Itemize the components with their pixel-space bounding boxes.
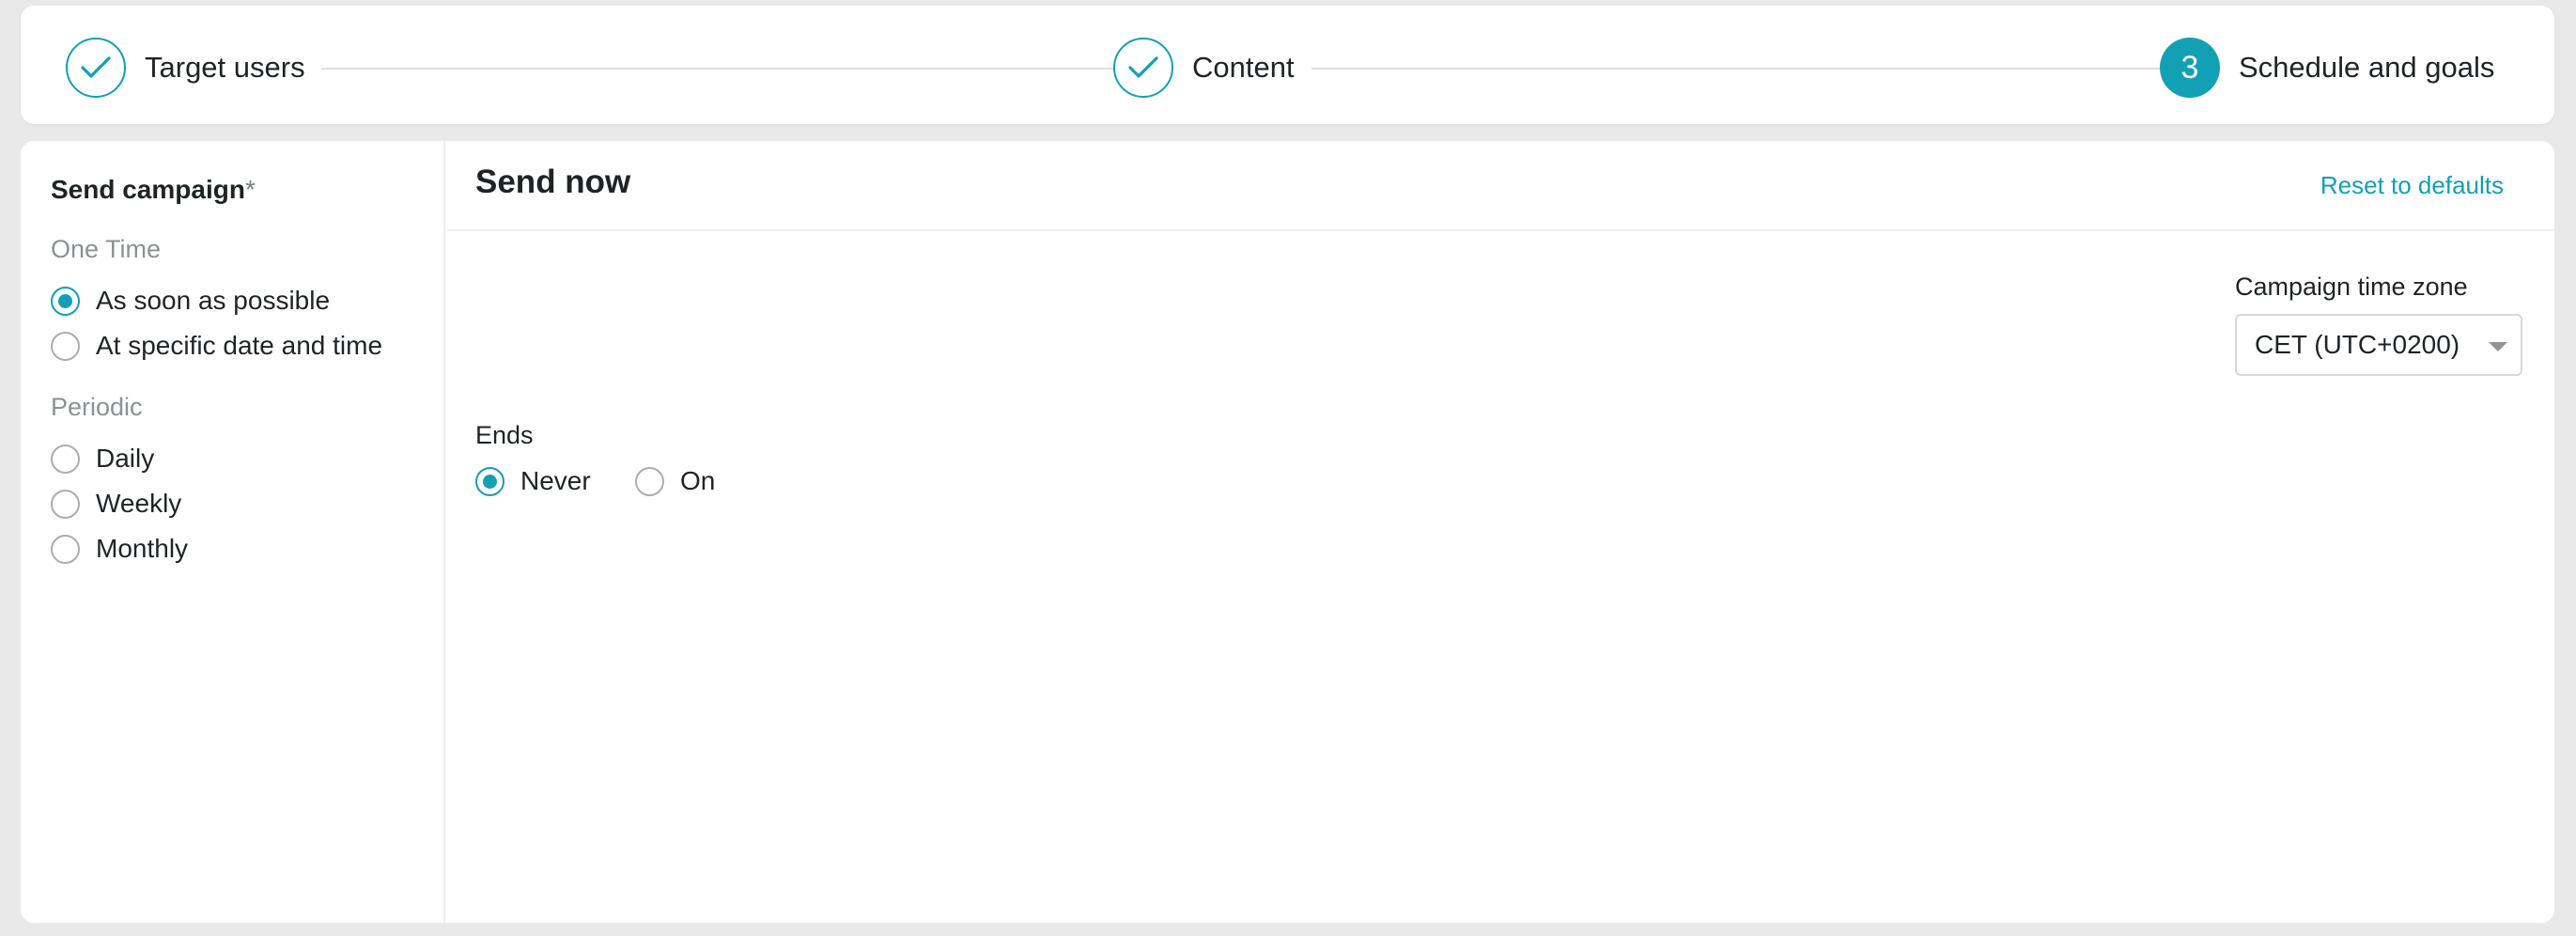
radio-button[interactable] (51, 489, 80, 519)
send-campaign-panel: Send campaign* One Time As soon as possi… (21, 141, 445, 923)
send-now-title: Send now (475, 164, 631, 200)
radio-at-specific-date-and-time[interactable]: At specific date and time (51, 331, 382, 361)
radio-button[interactable] (51, 331, 80, 361)
step-target-users[interactable]: Target users (66, 38, 305, 98)
progress-stepper: Target users Content 3 Schedule and goal… (21, 6, 2554, 124)
radio-button[interactable] (635, 466, 664, 496)
radio-label: At specific date and time (96, 331, 383, 360)
panel-header: Send now Reset to defaults (447, 141, 2554, 231)
radio-label: Never (520, 466, 591, 495)
radio-button[interactable] (51, 534, 80, 564)
step-label: Content (1192, 51, 1295, 84)
send-now-panel: Send now Reset to defaults Campaign time… (447, 141, 2554, 923)
radio-label: Weekly (96, 489, 182, 518)
check-icon (1113, 38, 1173, 98)
send-campaign-title: Send campaign* (51, 175, 256, 205)
step-connector (1311, 68, 2165, 70)
step-content[interactable]: Content (1113, 38, 1295, 98)
radio-label: As soon as possible (96, 286, 331, 315)
group-title-one-time: One Time (51, 235, 162, 263)
radio-daily[interactable]: Daily (51, 444, 154, 474)
chevron-down-icon (2489, 342, 2507, 351)
radio-as-soon-as-possible[interactable]: As soon as possible (51, 286, 330, 316)
send-campaign-label: Send campaign (51, 175, 245, 204)
radio-ends-on[interactable]: On (635, 466, 715, 496)
campaign-time-zone-select[interactable]: CET (UTC+0200) (2235, 314, 2522, 376)
step-label: Schedule and goals (2239, 51, 2495, 84)
reset-to-defaults-link[interactable]: Reset to defaults (2320, 171, 2504, 200)
radio-weekly[interactable]: Weekly (51, 489, 181, 519)
radio-monthly[interactable]: Monthly (51, 534, 188, 564)
radio-label: Monthly (96, 534, 189, 563)
campaign-time-zone-label: Campaign time zone (2235, 273, 2468, 301)
step-connector (321, 68, 1116, 70)
step-schedule-and-goals[interactable]: 3 Schedule and goals (2160, 38, 2494, 98)
group-title-periodic: Periodic (51, 393, 143, 421)
radio-button[interactable] (475, 466, 504, 496)
ends-label: Ends (475, 421, 534, 449)
check-icon (66, 38, 126, 98)
time-zone-value: CET (UTC+0200) (2255, 330, 2460, 359)
radio-ends-never[interactable]: Never (475, 466, 591, 496)
step-number-badge: 3 (2160, 38, 2220, 98)
schedule-card: Send campaign* One Time As soon as possi… (21, 141, 2554, 923)
radio-label: On (680, 466, 716, 495)
required-mark: * (244, 175, 256, 204)
radio-button[interactable] (51, 444, 80, 474)
radio-label: Daily (96, 444, 155, 473)
radio-button[interactable] (51, 286, 80, 316)
step-label: Target users (145, 51, 305, 84)
